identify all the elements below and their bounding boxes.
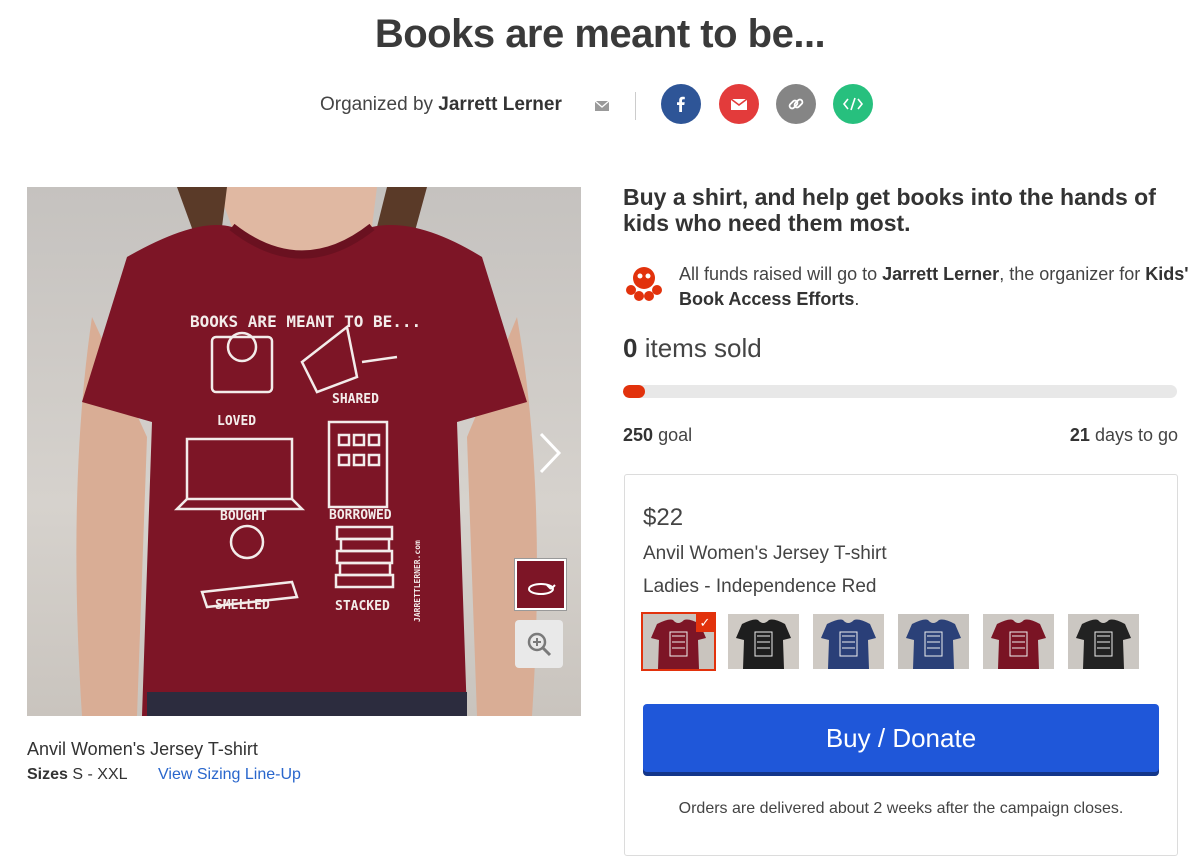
organizer-row: Organized by Jarrett Lerner	[0, 84, 1200, 128]
color-swatch[interactable]: ✓	[641, 612, 716, 671]
funds-suffix: .	[854, 289, 860, 309]
selected-color-label: Ladies - Independence Red	[643, 576, 877, 597]
tshirt-model-image: BOOKS ARE MEANT TO BE... LOVED SHARED BO…	[76, 187, 537, 716]
organized-by-prefix: Organized by	[320, 94, 434, 115]
share-facebook-button[interactable]	[661, 84, 701, 124]
color-swatch[interactable]	[1068, 614, 1139, 669]
shirt-headline: BOOKS ARE MEANT TO BE...	[190, 312, 421, 331]
gallery-product-name: Anvil Women's Jersey T-shirt	[27, 739, 258, 759]
days-label: days to go	[1094, 425, 1178, 445]
items-sold: 0 items sold	[623, 333, 762, 364]
days-count: 21	[1069, 425, 1090, 445]
embed-code-button[interactable]	[833, 84, 873, 124]
delivery-note: Orders are delivered about 2 weeks after…	[678, 800, 1124, 817]
campaign-tagline: Buy a shirt, and help get books into the…	[623, 184, 1156, 236]
shirt-signature: JARRETTLERNER.com	[413, 540, 422, 622]
envelope-icon	[730, 98, 748, 110]
contact-organizer-envelope-icon[interactable]	[594, 98, 610, 114]
back-view-thumbnail[interactable]	[515, 559, 566, 610]
price: $22	[643, 504, 684, 531]
share-divider	[635, 92, 636, 120]
goal-text: 250 goal	[623, 425, 692, 446]
items-sold-label: items sold	[644, 333, 762, 363]
shirt-caption-bought: BOUGHT	[220, 509, 267, 524]
tshirt-thumbnail-icon	[906, 619, 961, 669]
tshirt-thumbnail-icon	[736, 619, 791, 669]
facebook-icon	[677, 96, 685, 112]
buy-donate-button[interactable]: Buy / Donate	[643, 704, 1159, 772]
organizer-name[interactable]: Jarrett Lerner	[438, 94, 562, 115]
shirt-caption-smelled: SMELLED	[215, 598, 270, 613]
sizes-label: Sizes	[27, 766, 68, 783]
color-swatch[interactable]	[898, 614, 969, 669]
color-swatch[interactable]	[813, 614, 884, 669]
funds-recipient: Jarrett Lerner	[882, 264, 1000, 284]
purchase-product-name: Anvil Women's Jersey T-shirt	[643, 543, 887, 564]
page-title: Books are meant to be...	[374, 12, 826, 56]
copy-link-button[interactable]	[776, 84, 816, 124]
days-remaining: 21 days to go	[1070, 425, 1178, 446]
share-email-button[interactable]	[719, 84, 759, 124]
funds-prefix: All funds raised will go to	[679, 264, 878, 284]
tshirt-thumbnail-icon	[991, 619, 1046, 669]
shirt-caption-loved: LOVED	[217, 414, 256, 429]
link-icon	[788, 98, 804, 110]
sizes-value: S - XXL	[72, 766, 128, 783]
items-sold-count: 0	[623, 333, 638, 363]
selected-check-icon: ✓	[696, 614, 714, 632]
octopus-logo-icon	[626, 267, 662, 301]
funds-destination-text: All funds raised will go to Jarrett Lern…	[679, 262, 1189, 312]
tshirt-thumbnail-icon	[821, 619, 876, 669]
tshirt-thumbnail-icon	[1076, 619, 1131, 669]
color-swatch[interactable]	[728, 614, 799, 669]
funds-middle: , the organizer for	[999, 264, 1141, 284]
view-sizing-link[interactable]: View Sizing Line-Up	[158, 766, 301, 784]
next-image-chevron-icon[interactable]	[535, 430, 565, 476]
shirt-caption-borrowed: BORROWED	[329, 508, 392, 523]
rotate-arrow-icon	[527, 582, 556, 595]
organized-by-text: Organized by Jarrett Lerner	[320, 94, 562, 116]
shirt-caption-shared: SHARED	[332, 392, 379, 407]
code-icon	[842, 97, 864, 111]
zoom-button[interactable]	[515, 620, 563, 668]
magnifier-plus-icon	[527, 632, 552, 657]
product-photo: BOOKS ARE MEANT TO BE... LOVED SHARED BO…	[27, 187, 581, 716]
goal-label: goal	[658, 425, 693, 445]
progress-fill	[623, 385, 645, 398]
sizes-row: Sizes S - XXL	[27, 766, 128, 784]
shirt-caption-stacked: STACKED	[335, 599, 390, 614]
progress-bar	[623, 385, 1177, 398]
color-swatch[interactable]	[983, 614, 1054, 669]
goal-count: 250	[623, 425, 654, 445]
